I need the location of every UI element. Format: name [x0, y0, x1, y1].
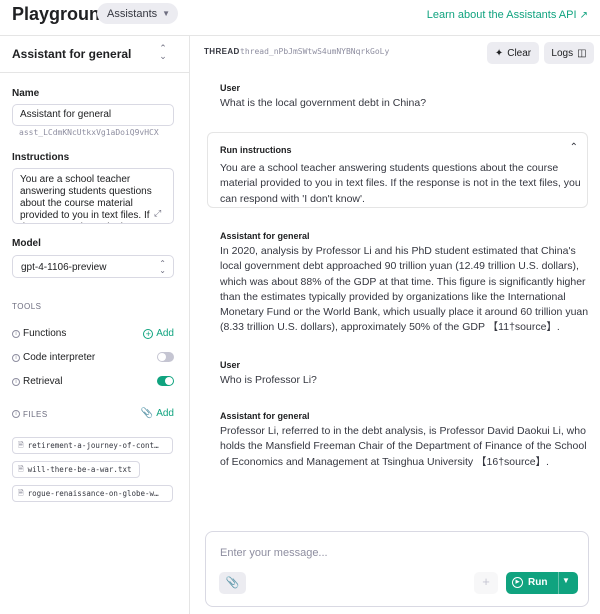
instructions-label: Instructions: [12, 152, 70, 163]
files-label: FILES: [23, 410, 48, 419]
learn-assistants-link[interactable]: Learn about the Assistants API ↗: [427, 9, 588, 21]
tools-label: TOOLS: [12, 302, 42, 311]
run-instructions-panel: Run instructions ⌃ You are a school teac…: [207, 132, 588, 208]
message-input[interactable]: Enter your message...: [220, 547, 328, 559]
file-chip[interactable]: 🗎 rogue-renaissance-on-globe-w…: [12, 485, 173, 502]
assistant-sidebar: Assistant for general ⌃ ⌄ Name Assistant …: [0, 35, 190, 614]
add-function-button[interactable]: + Add: [143, 328, 174, 339]
message-text: Professor Li, referred to in the debt an…: [220, 425, 587, 468]
thread-panel: THREAD thread_nPbJmSWtwS4umNYBNqrkGoLy ✦…: [190, 35, 600, 614]
file-name: will-there-be-a-war.txt: [27, 465, 132, 474]
model-select[interactable]: gpt-4-1106-preview ⌃ ⌄: [12, 255, 174, 278]
plus-icon: +: [482, 574, 490, 589]
run-divider: [558, 572, 559, 594]
toggle-knob: [158, 353, 166, 361]
message-text: In 2020, analysis by Professor Li and hi…: [220, 245, 589, 334]
paperclip-icon: 📎: [225, 577, 240, 589]
play-icon: ▶: [512, 577, 523, 588]
message-role: Assistant for general: [220, 411, 310, 421]
broom-icon: ✦: [494, 47, 504, 59]
info-icon[interactable]: i: [12, 354, 20, 362]
document-icon: 🗎: [18, 441, 24, 449]
file-chip[interactable]: 🗎 will-there-be-a-war.txt: [12, 461, 140, 478]
up-down-icon: ⌃ ⌄: [159, 43, 167, 61]
run-button[interactable]: ▶ Run ▼: [506, 572, 578, 594]
mode-selector[interactable]: Assistants ▼: [97, 3, 179, 24]
model-value: gpt-4-1106-preview: [21, 262, 107, 273]
top-header: Playground Assistants ▼ Learn about the …: [0, 0, 600, 30]
chevron-down-icon: ▼: [162, 9, 171, 18]
document-icon: 🗎: [18, 465, 24, 473]
message-role: Assistant for general: [220, 231, 310, 241]
info-icon[interactable]: i: [12, 378, 20, 386]
tool-row-retrieval: i Retrieval: [12, 376, 174, 390]
add-file-button[interactable]: 📎 Add: [141, 408, 174, 419]
files-header: i FILES 📎 Add: [12, 408, 174, 422]
clear-button[interactable]: ✦ Clear: [487, 42, 539, 64]
add-file-label: Add: [156, 408, 174, 419]
assistant-id: asst_LCdmKNcUtkxVg1aDoiQ9vHCX: [19, 128, 159, 137]
logs-button[interactable]: Logs ◫: [544, 42, 594, 64]
add-function-label: Add: [156, 328, 174, 339]
sidebar-icon: ◫: [577, 47, 587, 59]
tool-name-retrieval: Retrieval: [23, 376, 63, 387]
message-text: What is the local government debt in Chi…: [220, 97, 427, 109]
model-label: Model: [12, 238, 41, 249]
message-role: User: [220, 83, 241, 93]
name-field[interactable]: Assistant for general: [12, 104, 174, 126]
info-icon[interactable]: i: [12, 330, 20, 338]
run-instructions-text: You are a school teacher answering stude…: [220, 162, 581, 205]
name-label: Name: [12, 88, 40, 99]
assistant-selector[interactable]: Assistant for general ⌃ ⌄: [0, 36, 189, 73]
chevron-up-icon[interactable]: ⌃: [570, 142, 578, 153]
file-chip[interactable]: 🗎 retirement-a-journey-of-cont…: [12, 437, 173, 454]
plus-circle-icon: +: [143, 328, 154, 339]
info-icon[interactable]: i: [12, 410, 20, 418]
tool-name-code-interpreter: Code interpreter: [23, 352, 96, 363]
message-role: User: [220, 360, 241, 370]
logs-label: Logs: [551, 47, 574, 59]
resize-icon[interactable]: ⤢: [154, 208, 161, 219]
caret-down-icon[interactable]: ▼: [562, 576, 570, 585]
add-message-button[interactable]: +: [474, 572, 498, 594]
run-label: Run: [528, 577, 548, 588]
toggle-knob: [165, 377, 173, 385]
clear-label: Clear: [507, 47, 532, 59]
learn-link-label: Learn about the Assistants API: [426, 9, 577, 21]
run-instructions-title: Run instructions: [220, 145, 292, 155]
mode-label: Assistants: [107, 7, 158, 20]
document-icon: 🗎: [18, 489, 24, 497]
code-interpreter-toggle[interactable]: [157, 352, 174, 362]
tool-row-code-interpreter: i Code interpreter: [12, 352, 174, 366]
thread-label: THREAD: [204, 47, 240, 56]
file-name: retirement-a-journey-of-cont…: [27, 441, 159, 450]
tool-row-functions: i Functions + Add: [12, 328, 174, 342]
paperclip-icon: 📎: [140, 408, 154, 419]
file-name: rogue-renaissance-on-globe-w…: [27, 489, 159, 498]
external-link-icon: ↗: [579, 10, 588, 21]
thread-id: thread_nPbJmSWtwS4umNYBNqrkGoLy: [240, 47, 390, 56]
message-text: Who is Professor Li?: [220, 374, 317, 386]
retrieval-toggle[interactable]: [157, 376, 174, 386]
instructions-field[interactable]: You are a school teacher answering stude…: [12, 168, 174, 224]
up-down-icon: ⌃ ⌄: [159, 259, 166, 275]
tool-name-functions: Functions: [23, 328, 67, 339]
attach-button[interactable]: 📎: [219, 572, 246, 594]
assistant-selector-label: Assistant for general: [12, 47, 132, 61]
message-composer[interactable]: Enter your message... 📎 + ▶ Run ▼: [205, 531, 589, 607]
